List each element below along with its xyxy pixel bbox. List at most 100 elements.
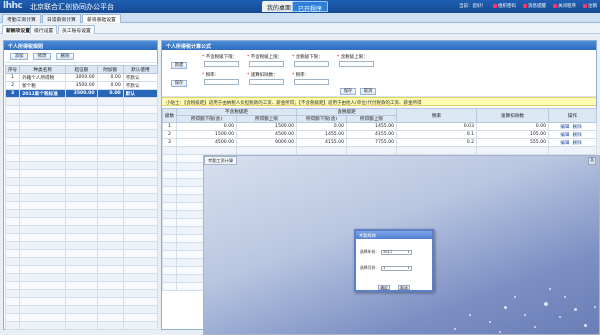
sparkle-decoration — [594, 306, 596, 308]
app-header: lhhc 北京联合汇创协同办公平台 我的桌面 已开程序 当前：您好！ 组织密码 … — [0, 0, 600, 13]
tax-rules-panel: 个人所得税规则 添加 修改 删除 序号 种类名称 起征额 附加额 默认使用 1 … — [3, 40, 159, 330]
col-threshold: 起征额 — [65, 65, 98, 74]
col-taxed-lower: 所得额下限(含) — [296, 115, 348, 123]
table-row[interactable]: 2 新个税 3500.00 0.00 不默认 — [4, 81, 159, 90]
empty-row — [4, 305, 159, 314]
new-button[interactable]: 新建 — [171, 62, 187, 69]
col-tax-rate: 税率 — [396, 108, 478, 123]
empty-row — [4, 201, 159, 210]
taxed-upper-input[interactable] — [339, 61, 374, 67]
header-actions: 当前：您好！ 组织密码 消息提醒 关闭程序 注销 — [459, 3, 597, 9]
app-title: 北京联合汇创协同办公平台 — [30, 3, 114, 11]
row-delete-link[interactable]: 删除 — [573, 141, 582, 146]
month-label: 选择月份： — [360, 265, 379, 270]
sparkle-decoration — [534, 326, 536, 328]
empty-rows — [4, 97, 159, 330]
tab-salary-settings[interactable]: 薪资基础设置 — [82, 14, 121, 23]
tax-rules-toolbar: 添加 修改 删除 — [4, 50, 157, 63]
month-select[interactable]: 1 ▾ — [380, 265, 412, 271]
empty-row — [4, 313, 159, 322]
empty-row — [4, 289, 159, 298]
label-taxed-lower: * 含税级下限： — [292, 55, 323, 60]
delete-button[interactable]: 删除 — [56, 53, 74, 60]
sparkle-decoration — [489, 321, 491, 323]
sparkle-decoration — [544, 302, 548, 306]
col-extra: 附加额 — [96, 65, 124, 74]
chevron-down-icon: ▾ — [407, 249, 410, 254]
row-delete-link[interactable]: 删除 — [573, 125, 582, 130]
password-link[interactable]: 组织密码 — [493, 3, 516, 9]
sub-tabs: 薪酬项设置 级行设置 员工账号设置 — [0, 24, 600, 34]
table-row: 2 1500.00 4500.00 1455.00 4155.00 0.1 10… — [162, 130, 598, 139]
empty-row — [4, 249, 159, 258]
tab-daily-salary[interactable]: 日常薪资计算 — [42, 14, 81, 23]
empty-row — [4, 185, 159, 194]
untaxed-lower-input[interactable] — [204, 61, 239, 67]
table-row-selected[interactable]: 3 2011新个税标准 3500.00 0.00 默认 — [4, 89, 159, 98]
app-logo: lhhc — [3, 1, 23, 11]
cancel-dialog-button[interactable]: 取消 — [398, 285, 410, 290]
add-button[interactable]: 添加 — [10, 53, 28, 60]
label-untaxed-upper: * 不含税级上限： — [247, 55, 283, 60]
untaxed-upper-input[interactable] — [249, 61, 284, 67]
save-side-button[interactable]: 保存 — [171, 80, 187, 87]
module-tabs: 考勤工资计算 日常薪资计算 薪资基础设置 — [0, 13, 600, 23]
row-edit-link[interactable]: 编辑 — [560, 141, 569, 146]
empty-row — [4, 297, 159, 306]
month-row: 选择月份： 1 ▾ — [360, 265, 412, 271]
tax-formula-title: 个人所得税计算公式 — [162, 41, 596, 50]
row-edit-link[interactable]: 编辑 — [560, 133, 569, 138]
empty-row — [162, 146, 598, 155]
label-taxed-upper: * 含税级上限： — [337, 55, 368, 60]
taxed-lower-input[interactable] — [294, 61, 329, 67]
attendance-period-dialog: 考勤周期 选择年份： 2011 ▾ 选择月份： 1 ▾ 确定 取消 — [354, 229, 434, 292]
col-name: 种类名称 — [19, 65, 67, 74]
save-button[interactable]: 保存 — [340, 88, 356, 95]
label-untaxed-lower: * 不含税级下限： — [202, 55, 238, 60]
label-tax-rate: * 税率： — [202, 73, 220, 78]
edit-button[interactable]: 修改 — [33, 53, 51, 60]
user-greeting: 当前：您好！ — [459, 4, 486, 9]
tax-rate-2-input[interactable] — [294, 79, 329, 85]
window-tab[interactable]: 考勤工资计算 — [204, 156, 238, 165]
tab-my-desktop[interactable]: 我的桌面 — [262, 1, 297, 12]
empty-row — [4, 161, 159, 170]
sparkle-decoration — [549, 288, 551, 290]
tax-rate-input[interactable] — [204, 79, 239, 85]
quick-deduction-input[interactable] — [249, 79, 284, 85]
key-icon — [493, 3, 497, 8]
empty-row — [4, 177, 159, 186]
cancel-button[interactable]: 取消 — [360, 88, 376, 95]
close-icon[interactable]: X — [588, 157, 596, 165]
year-label: 选择年份： — [360, 249, 379, 254]
chevron-down-icon: ▾ — [407, 265, 410, 270]
empty-row — [4, 265, 159, 274]
col-untaxed-upper: 所得额上限 — [235, 115, 298, 123]
close-program-link[interactable]: 关闭程序 — [553, 3, 576, 9]
label-tax-rate-2: * 税率： — [292, 73, 310, 78]
col-quick-deduction: 速算扣除数 — [476, 108, 550, 123]
row-delete-link[interactable]: 删除 — [573, 133, 582, 138]
empty-row — [4, 137, 159, 146]
messages-link[interactable]: 消息提醒 — [523, 3, 546, 9]
col-actions: 操作 — [548, 108, 598, 123]
year-select[interactable]: 2011 ▾ — [380, 249, 412, 255]
logout-link[interactable]: 注销 — [583, 3, 597, 9]
empty-row — [4, 225, 159, 234]
tab-attendance-salary[interactable]: 考勤工资计算 — [2, 14, 41, 23]
bell-icon — [523, 3, 527, 8]
tab-employee-accounts[interactable]: 员工账号设置 — [58, 25, 95, 34]
empty-row — [4, 217, 159, 226]
row-edit-link[interactable]: 编辑 — [560, 125, 569, 130]
attendance-window: 考勤工资计算 X 考勤周期 选择年份： 2011 ▾ 选择月份： 1 ▾ 确定 … — [203, 155, 600, 335]
logout-icon — [583, 3, 587, 8]
sparkle-decoration — [574, 308, 577, 311]
col-taxed-upper: 所得额上限 — [346, 115, 398, 123]
empty-row — [4, 121, 159, 130]
tab-bank-settings[interactable]: 级行设置 — [30, 25, 58, 34]
sparkle-decoration — [564, 296, 566, 298]
ok-button[interactable]: 确定 — [378, 285, 390, 290]
table-row[interactable]: 1 外籍个人所得税 3000.00 0.00 不默认 — [4, 73, 159, 82]
table-row: 1 0.00 1500.00 0.00 1455.00 0.03 0.00 编辑… — [162, 122, 598, 131]
tab-open-programs[interactable]: 已开程序 — [292, 1, 329, 13]
